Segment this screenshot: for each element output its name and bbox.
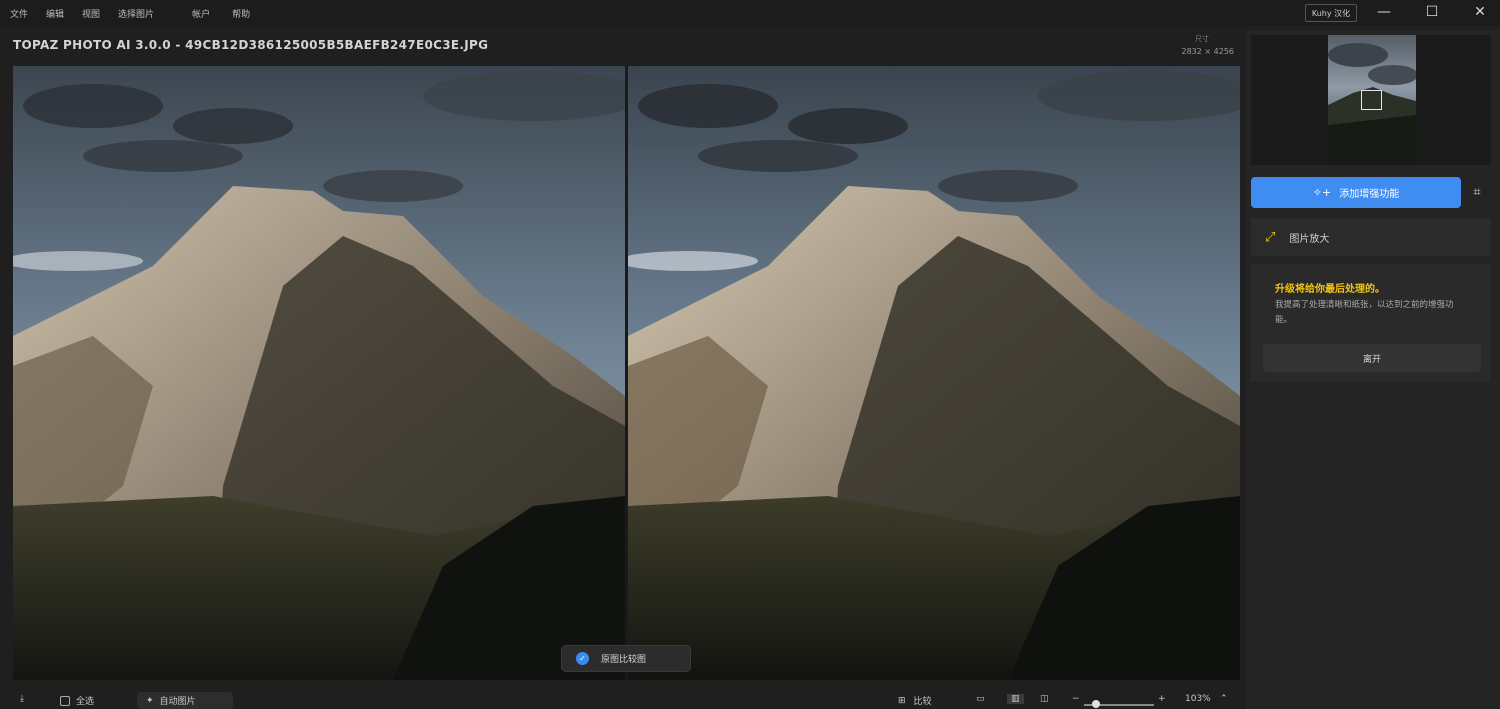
select-all-checkbox[interactable]: 全选 (60, 694, 94, 707)
maximize-button[interactable]: ☐ (1412, 0, 1452, 24)
minimize-button[interactable]: — (1364, 0, 1404, 24)
zoom-level[interactable]: 103% (1185, 694, 1211, 704)
side-by-side-button[interactable]: ◫ (1040, 694, 1049, 704)
zoom-in-button[interactable]: + (1158, 694, 1166, 704)
check-icon: ✓ (576, 652, 589, 665)
viewport-frame[interactable] (1361, 90, 1382, 110)
chevron-up-icon[interactable]: ⌃ (1220, 694, 1228, 704)
import-icon[interactable]: ⤓ (20, 694, 24, 704)
crop-icon[interactable]: ⌗ (1468, 183, 1486, 201)
zoom-slider-handle[interactable] (1092, 700, 1100, 708)
close-button[interactable]: ✕ (1460, 0, 1500, 24)
autopilot-label: 自动图片 (159, 697, 196, 707)
comparison-view-label: 原图比较图 (601, 655, 647, 665)
menu-file[interactable]: 文件 (10, 7, 28, 20)
menu-bar: 文件 编辑 视图 选择图片 帐户 帮助 (0, 0, 1500, 26)
menu-edit[interactable]: 编辑 (46, 7, 64, 20)
upgrade-title: 升级将给你最后处理的。 (1275, 284, 1385, 295)
compare-label: 比较 (913, 697, 932, 707)
expand-arrows-icon: ⤢ (1265, 229, 1276, 245)
upscale-item[interactable]: ⤢ 图片放大 (1251, 218, 1491, 256)
document-title: TOPAZ PHOTO AI 3.0.0 - 49CB12D386125005B… (13, 38, 489, 52)
dimensions-label: 尺寸 (1195, 35, 1209, 43)
single-view-button[interactable]: ▭ (976, 694, 985, 704)
menu-account[interactable]: 帐户 (192, 7, 210, 20)
enhanced-mountain-image (628, 66, 1240, 680)
sparkle-plus-icon: ✧+ (1312, 186, 1332, 199)
upgrade-notice-card: 升级将给你最后处理的。 我提高了处理清晰和纸张，以达到之前的增强功能。 离开 (1251, 264, 1491, 382)
zoom-out-button[interactable]: − (1072, 694, 1080, 704)
upscale-label: 图片放大 (1289, 233, 1330, 245)
image-dimensions: 2832 × 4256 (1181, 47, 1234, 56)
menu-select-image[interactable]: 选择图片 (118, 7, 154, 20)
split-view-button[interactable]: ▥ (1007, 694, 1024, 704)
dismiss-button[interactable]: 离开 (1263, 344, 1481, 372)
menu-help[interactable]: 帮助 (232, 7, 250, 20)
localization-badge[interactable]: Kuhy 汉化 (1305, 4, 1357, 22)
autopilot-icon: ✦ (146, 695, 154, 706)
original-mountain-image (13, 66, 625, 680)
compare-button[interactable]: ⊞ 比较 (898, 694, 932, 708)
comparison-view-toggle[interactable]: ✓ 原图比较图 (561, 645, 691, 672)
original-image-pane[interactable] (13, 66, 625, 680)
autopilot-label-wrap: ✦ 自动图片 (146, 694, 196, 708)
menu-view[interactable]: 视图 (82, 7, 100, 20)
upgrade-description: 我提高了处理清晰和纸张，以达到之前的增强功能。 (1275, 300, 1454, 325)
enhanced-image-pane[interactable] (628, 66, 1240, 680)
compare-icon: ⊞ (898, 695, 906, 706)
add-enhancement-label: 添加增强功能 (1339, 189, 1400, 200)
add-enhancement-button[interactable]: ✧+ 添加增强功能 (1251, 177, 1461, 208)
checkbox-icon (60, 695, 70, 706)
select-all-label: 全选 (76, 697, 95, 707)
